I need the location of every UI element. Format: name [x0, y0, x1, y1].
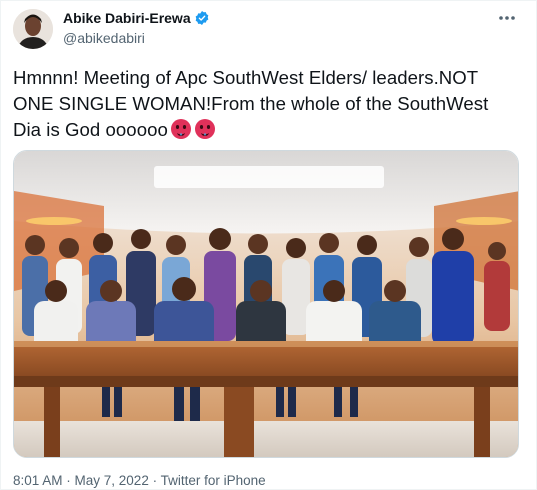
more-horizontal-icon[interactable] [496, 9, 518, 27]
hot-face-emoji [170, 118, 192, 140]
hot-face-emoji [194, 118, 216, 140]
tweet-text-content: Hmnnn! Meeting of Apc SouthWest Elders/ … [13, 67, 489, 140]
tweet-text: Hmnnn! Meeting of Apc SouthWest Elders/ … [13, 65, 518, 143]
author-handle[interactable]: @abikedabiri [63, 30, 145, 46]
author-name[interactable]: Abike Dabiri-Erewa [63, 10, 191, 26]
tweet-timestamp[interactable]: 8:01 AM · May 7, 2022 · Twitter for iPho… [13, 473, 266, 488]
tweet-card: Abike Dabiri-Erewa @abikedabiri Hmnnn! M… [0, 0, 537, 490]
avatar[interactable] [13, 9, 53, 49]
author-name-row[interactable]: Abike Dabiri-Erewa [63, 10, 210, 26]
tweet-photo[interactable] [13, 150, 519, 458]
verified-badge-icon [194, 10, 210, 26]
